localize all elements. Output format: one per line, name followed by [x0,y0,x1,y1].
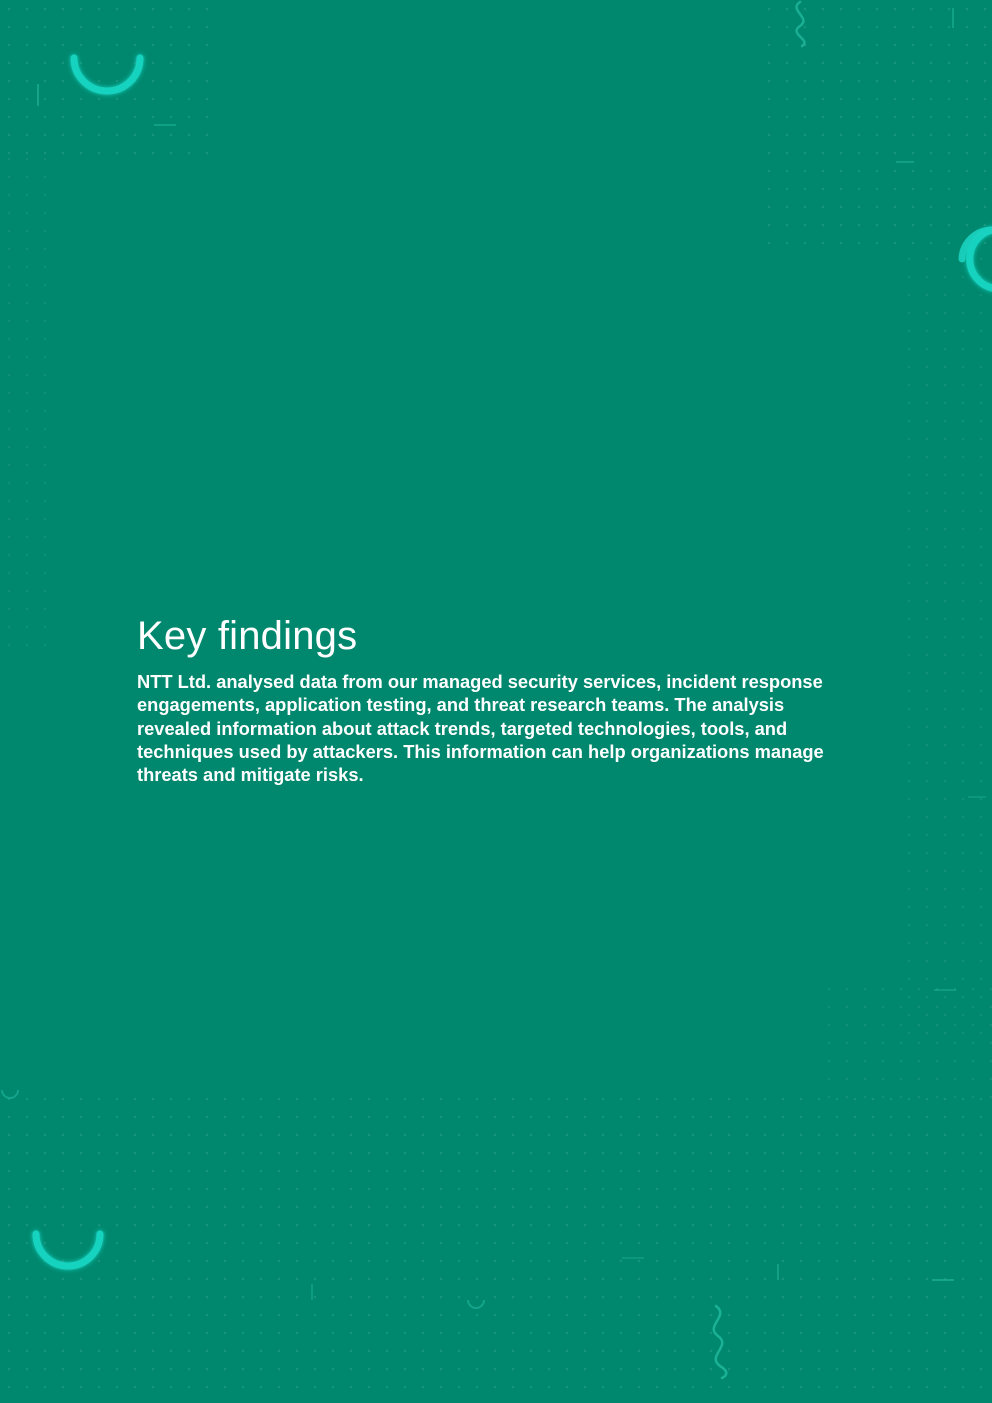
section-body: NTT Ltd. analysed data from our managed … [137,671,824,786]
section-title: Key findings [137,614,358,658]
arc-shape [32,1230,104,1270]
arc-shape [467,1299,485,1309]
key-findings-section: Key findings NTT Ltd. analysed data from… [137,612,837,786]
squiggle-shape [795,0,806,48]
document-page: Key findings NTT Ltd. analysed data from… [0,0,992,1403]
squiggle-shape [712,1304,728,1380]
arc-shape [1,1089,19,1099]
arc-shape [70,54,144,95]
